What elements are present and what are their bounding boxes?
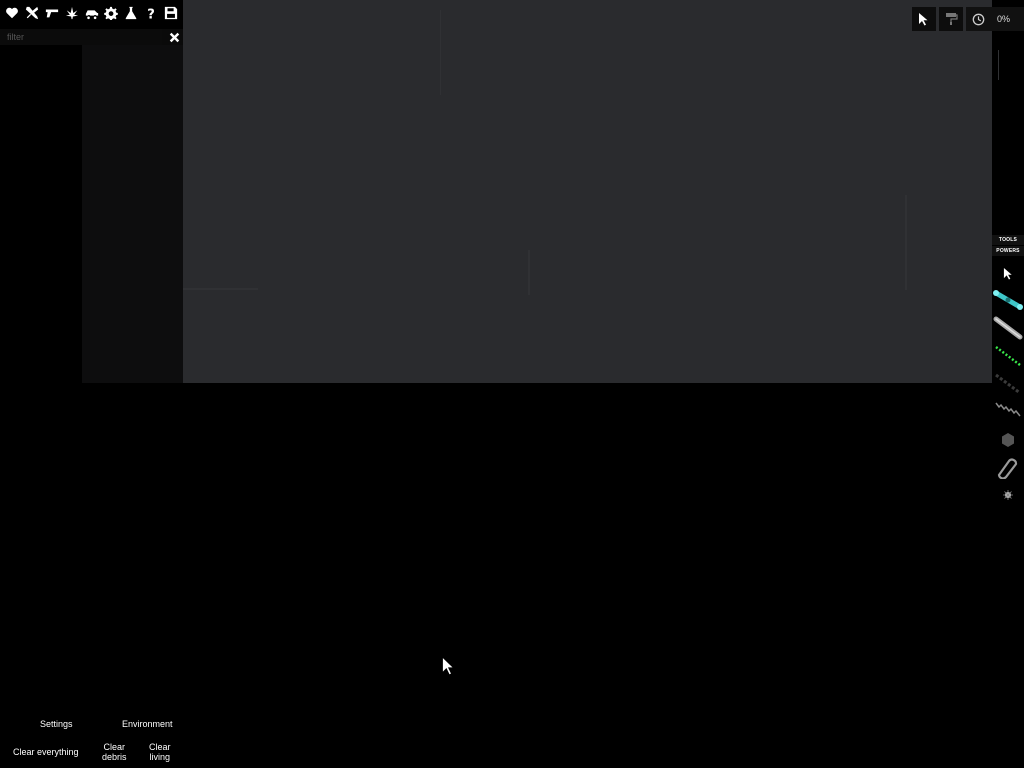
clear-living-label-line1: Clear: [149, 742, 171, 752]
cannabis-leaf-icon: [65, 6, 78, 20]
tool-rod[interactable]: [992, 315, 1024, 341]
item-preview-panel: [82, 45, 183, 383]
clear-living-button[interactable]: Clear living: [149, 742, 171, 762]
time-scale-control[interactable]: 0%: [966, 7, 1024, 31]
clock-icon: [972, 13, 984, 25]
svg-text:?: ?: [147, 7, 155, 20]
category-living-button[interactable]: [3, 4, 21, 22]
tools-strip: [992, 258, 1024, 510]
category-bar: ?: [0, 0, 183, 26]
dark-chain-icon: [995, 373, 1021, 395]
grey-spring-icon: [995, 402, 1021, 417]
close-icon: [169, 32, 179, 42]
pointer-icon: [919, 13, 928, 26]
category-melee-button[interactable]: [23, 4, 41, 22]
crossed-swords-icon: [25, 6, 38, 20]
tab-tools[interactable]: TOOLS: [992, 235, 1024, 245]
tool-spring[interactable]: [992, 343, 1024, 369]
playfield-edge: [183, 288, 258, 290]
tool-hinge[interactable]: [992, 427, 1024, 453]
car-icon: [85, 10, 98, 20]
gear-icon: [104, 6, 119, 20]
playfield-edge: [998, 50, 999, 80]
paint-tool-button[interactable]: [939, 7, 963, 31]
hexagon-icon: [1002, 433, 1014, 447]
time-scale-value: 0%: [997, 14, 1011, 24]
settings-button[interactable]: Settings: [40, 719, 73, 729]
pointer-icon: [1003, 267, 1012, 279]
playfield-edge: [528, 250, 530, 295]
environment-button[interactable]: Environment: [122, 719, 173, 729]
playfield-edge: [905, 195, 907, 290]
green-chain-icon: [995, 346, 1021, 366]
tool-cable[interactable]: [992, 287, 1024, 313]
filter-clear-button[interactable]: [167, 30, 181, 44]
rope-icon: [997, 458, 1018, 479]
clear-debris-button[interactable]: Clear debris: [102, 742, 127, 762]
game-screen: ? 0%: [0, 0, 1024, 768]
save-icon: [164, 6, 178, 20]
playfield[interactable]: [183, 0, 999, 383]
tool-spark[interactable]: [992, 482, 1024, 508]
category-firearms-button[interactable]: [43, 4, 61, 22]
clear-living-label-line2: living: [149, 752, 171, 762]
playfield-edge: [440, 10, 441, 95]
question-icon: ?: [147, 7, 155, 20]
pistol-icon: [45, 9, 58, 18]
cyan-cable-icon: [993, 290, 1023, 310]
drag-tool-button[interactable]: [912, 7, 936, 31]
item-list-panel[interactable]: [0, 45, 82, 383]
filter-row: [0, 29, 183, 45]
paint-roller-icon: [946, 13, 958, 25]
category-vehicles-button[interactable]: [83, 4, 101, 22]
flask-icon: [126, 6, 137, 20]
clear-debris-label-line2: debris: [102, 752, 127, 762]
tab-powers[interactable]: POWERS: [992, 246, 1024, 256]
category-misc-button[interactable]: ?: [142, 4, 160, 22]
save-button[interactable]: [162, 4, 180, 22]
filter-input[interactable]: [0, 29, 162, 45]
category-plants-button[interactable]: [63, 4, 81, 22]
heart-icon: [6, 7, 18, 19]
clear-everything-button[interactable]: Clear everything: [13, 747, 79, 757]
tool-rope[interactable]: [992, 454, 1024, 480]
tool-drag[interactable]: [992, 260, 1024, 286]
clear-debris-label-line1: Clear: [103, 742, 126, 752]
tool-elastic[interactable]: [992, 399, 1024, 425]
mouse-cursor-icon: [442, 656, 455, 676]
spark-icon: [1003, 490, 1013, 500]
category-machinery-button[interactable]: [102, 4, 120, 22]
category-chemistry-button[interactable]: [122, 4, 140, 22]
tool-chain[interactable]: [992, 371, 1024, 397]
metal-rod-icon: [993, 316, 1023, 340]
